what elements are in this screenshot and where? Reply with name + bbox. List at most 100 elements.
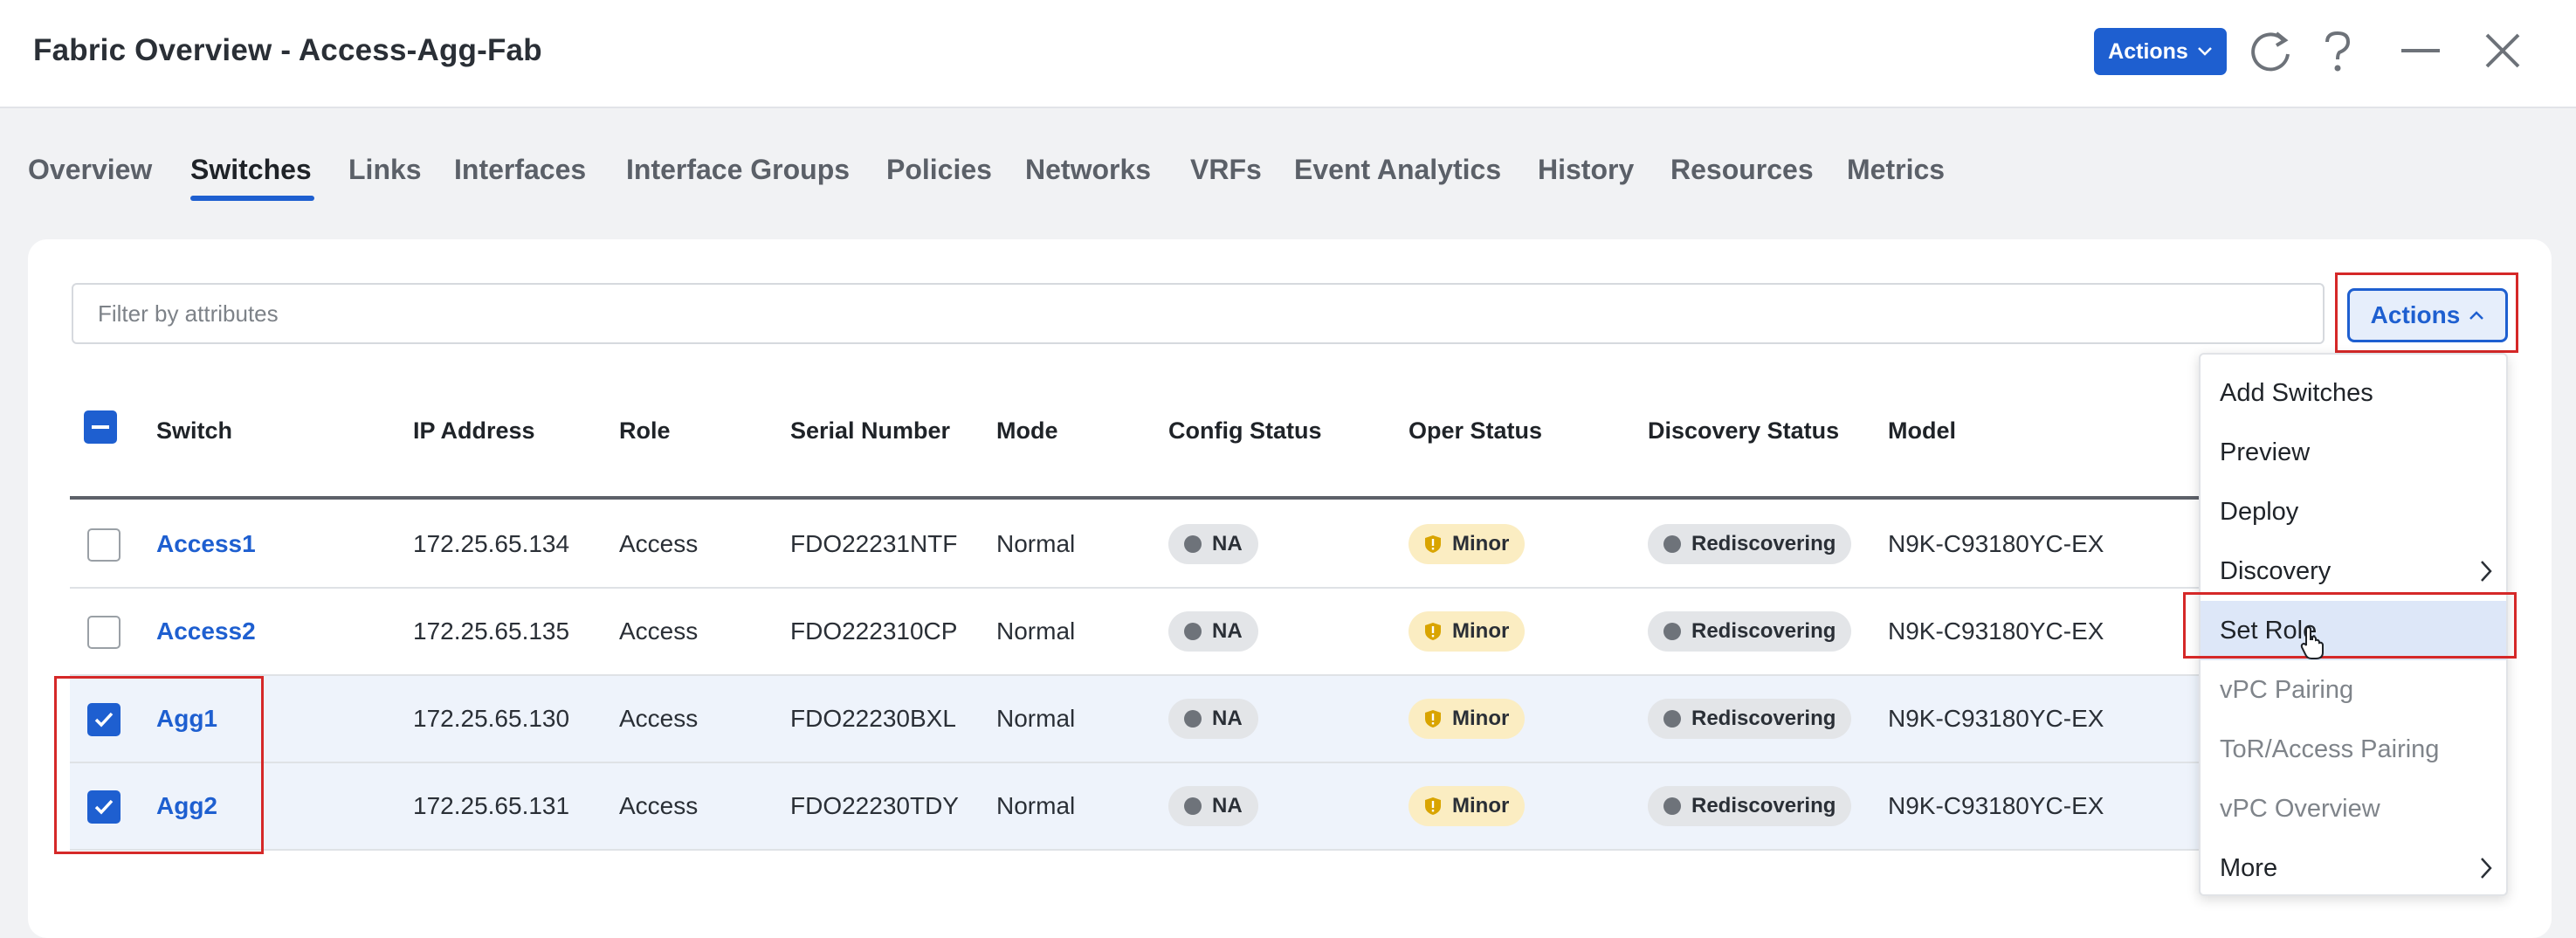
column-header-config-status[interactable]: Config Status [1168, 417, 1322, 445]
ip-address: 172.25.65.131 [413, 792, 570, 819]
column-header-switch[interactable]: Switch [156, 417, 232, 445]
shield-warning-icon [1425, 710, 1441, 728]
switch-name-link[interactable]: Access1 [156, 530, 256, 558]
ip-address: 172.25.65.135 [413, 617, 570, 645]
header-actions-button[interactable]: Actions [2094, 28, 2227, 75]
menu-item-preview[interactable]: Preview [2201, 423, 2506, 482]
shield-warning-icon [1425, 623, 1441, 640]
menu-item-vpc-overview: vPC Overview [2220, 794, 2380, 823]
discovery-status-badge: Rediscovering [1648, 524, 1852, 564]
row-checkbox[interactable] [87, 703, 121, 736]
tab-interfaces[interactable]: Interfaces [454, 154, 586, 186]
column-header-oper-status[interactable]: Oper Status [1409, 417, 1542, 445]
mode: Normal [996, 705, 1076, 732]
switch-name-link[interactable]: Agg1 [156, 705, 217, 733]
table-row[interactable]: Access2 172.25.65.135 Access FDO222310CP… [70, 589, 2253, 676]
model: N9K-C93180YC-EX [1888, 530, 2104, 557]
discovery-status-text: Rediscovering [1691, 619, 1836, 643]
oper-status-text: Minor [1452, 619, 1510, 643]
role: Access [619, 705, 699, 732]
status-dot-icon [1663, 535, 1681, 553]
mode: Normal [996, 530, 1076, 557]
actions-dropdown-button[interactable]: Actions [2347, 288, 2508, 342]
model: N9K-C93180YC-EX [1888, 617, 2104, 645]
refresh-icon[interactable] [2243, 23, 2299, 79]
chevron-right-icon [2481, 561, 2492, 582]
shield-warning-icon [1425, 535, 1441, 553]
tab-metrics[interactable]: Metrics [1847, 154, 1945, 186]
discovery-status-badge: Rediscovering [1648, 611, 1852, 652]
oper-status-badge: Minor [1409, 699, 1526, 739]
column-header-model[interactable]: Model [1888, 417, 1956, 445]
oper-status-text: Minor [1452, 532, 1510, 555]
hand-cursor-icon [2300, 625, 2324, 659]
tab-overview[interactable]: Overview [28, 154, 152, 186]
discovery-status-text: Rediscovering [1691, 532, 1836, 555]
discovery-status-badge: Rediscovering [1648, 786, 1852, 826]
menu-item-deploy[interactable]: Deploy [2201, 482, 2506, 541]
tab-links[interactable]: Links [348, 154, 422, 186]
discovery-status-badge: Rediscovering [1648, 699, 1852, 739]
table-row[interactable]: Agg2 172.25.65.131 Access FDO22230TDY No… [70, 763, 2253, 851]
minimize-icon[interactable] [2393, 23, 2449, 79]
switch-name-link[interactable]: Access2 [156, 617, 256, 645]
tab-vrfs[interactable]: VRFs [1190, 154, 1262, 186]
select-all-checkbox[interactable] [84, 410, 117, 444]
row-checkbox[interactable] [87, 528, 121, 562]
menu-item-discovery[interactable]: Discovery [2201, 541, 2506, 601]
chevron-right-icon [2481, 858, 2492, 879]
checkmark-icon [94, 712, 114, 728]
serial-number: FDO22231NTF [790, 530, 958, 557]
oper-status-text: Minor [1452, 794, 1510, 817]
column-header-mode[interactable]: Mode [996, 417, 1058, 445]
switch-name-link[interactable]: Agg2 [156, 792, 217, 820]
column-header-role[interactable]: Role [619, 417, 671, 445]
config-status-text: NA [1212, 707, 1243, 730]
actions-menu: Add Switches Preview Deploy Discovery Se… [2199, 353, 2508, 896]
tab-bar: Overview Switches Links Interfaces Inter… [0, 107, 2576, 238]
menu-item-set-role[interactable]: Set Role [2201, 601, 2506, 660]
status-dot-icon [1184, 797, 1202, 815]
status-dot-icon [1663, 797, 1681, 815]
filter-input[interactable] [73, 285, 2323, 342]
config-status-badge: NA [1168, 699, 1258, 739]
row-checkbox[interactable] [87, 790, 121, 824]
menu-item-tor-access-pairing: ToR/Access Pairing [2220, 735, 2440, 763]
tab-history[interactable]: History [1538, 154, 1634, 186]
column-header-ip-address[interactable]: IP Address [413, 417, 535, 445]
filter-field[interactable] [72, 283, 2325, 344]
row-checkbox[interactable] [87, 616, 121, 649]
mode: Normal [996, 617, 1076, 645]
mode: Normal [996, 792, 1076, 819]
status-dot-icon [1184, 535, 1202, 553]
tab-networks[interactable]: Networks [1025, 154, 1151, 186]
close-icon[interactable] [2475, 23, 2531, 79]
serial-number: FDO222310CP [790, 617, 958, 645]
status-dot-icon [1663, 623, 1681, 640]
tab-policies[interactable]: Policies [886, 154, 992, 186]
role: Access [619, 792, 699, 819]
oper-status-badge: Minor [1409, 524, 1526, 564]
menu-item-more-label: More [2220, 853, 2278, 882]
role: Access [619, 530, 699, 557]
config-status-badge: NA [1168, 786, 1258, 826]
tab-switches[interactable]: Switches [190, 154, 312, 186]
tab-interface-groups[interactable]: Interface Groups [626, 154, 850, 186]
help-icon[interactable] [2310, 23, 2366, 79]
shield-warning-icon [1425, 797, 1441, 815]
tab-event-analytics[interactable]: Event Analytics [1294, 154, 1501, 186]
indeterminate-icon [92, 425, 109, 429]
checkmark-icon [94, 799, 114, 815]
menu-item-discovery-label: Discovery [2220, 556, 2331, 585]
menu-item-add-switches[interactable]: Add Switches [2201, 363, 2506, 423]
column-header-discovery-status[interactable]: Discovery Status [1648, 417, 1839, 445]
menu-item-vpc-pairing: vPC Pairing [2220, 675, 2354, 704]
discovery-status-text: Rediscovering [1691, 707, 1836, 730]
status-dot-icon [1184, 623, 1202, 640]
tab-resources[interactable]: Resources [1670, 154, 1814, 186]
table-row[interactable]: Agg1 172.25.65.130 Access FDO22230BXL No… [70, 676, 2253, 763]
table-row[interactable]: Access1 172.25.65.134 Access FDO22231NTF… [70, 501, 2253, 589]
column-header-serial-number[interactable]: Serial Number [790, 417, 950, 445]
menu-item-more[interactable]: More [2201, 838, 2506, 898]
oper-status-badge: Minor [1409, 786, 1526, 826]
